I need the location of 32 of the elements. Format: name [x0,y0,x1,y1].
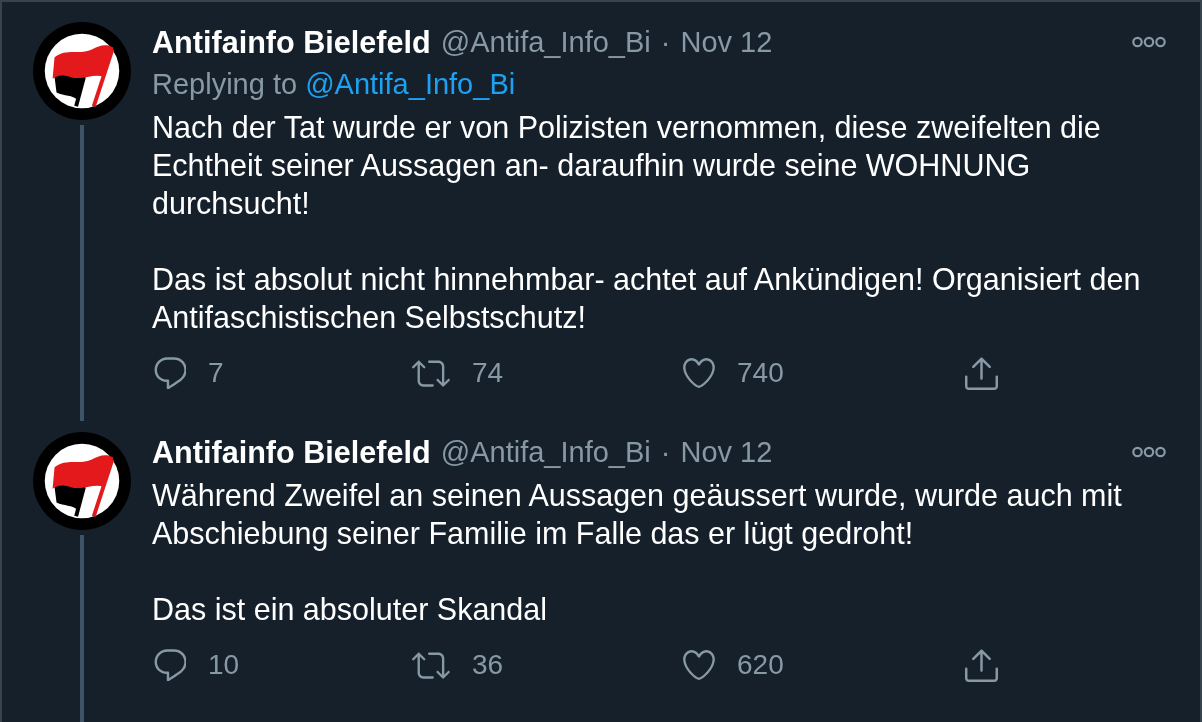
more-button[interactable] [1132,446,1166,458]
retweet-button[interactable]: 74 [410,353,504,393]
like-button[interactable]: 740 [681,353,784,393]
mention-link[interactable]: @Antifa_Info_Bi [305,68,516,100]
speech-bubble-icon [154,649,186,681]
more-button[interactable] [1132,36,1166,48]
like-button[interactable]: 620 [681,645,784,685]
replying-to-text: Replying to @Antifa_Info_Bi [152,67,517,102]
repeat-arrows-icon [412,359,450,387]
heart-icon [683,650,715,680]
separator: · [659,435,672,469]
tweet-text: Nach der Tat wurde er von Polizisten vernommen, diese zweifelten die Echtheit seiner Aussagen an- daraufhin wurde seine WOHNUNG durchsucht! Das ist absolut nicht hinnehmbar- achtet auf Ankündigen! Organisiert den Antifaschistischen Selbstschutz! [152,109,1142,336]
tweet-date[interactable]: Nov 12 [680,25,773,59]
author-handle[interactable]: @Antifa_Info_Bi [440,25,651,59]
upload-icon [965,648,998,682]
more-icon [1132,446,1166,458]
author-name[interactable]: Antifainfo Bielefeld [152,434,431,470]
more-icon [1132,36,1166,48]
tweet-date[interactable]: Nov 12 [680,435,773,469]
avatar-flags-logo[interactable] [33,432,131,530]
speech-bubble-icon [154,357,186,389]
avatar-flags-logo[interactable] [33,22,131,120]
retweet-button[interactable]: 36 [410,645,504,685]
reply-button[interactable]: 10 [152,645,240,685]
upload-icon [965,356,998,390]
reply-button[interactable]: 7 [152,353,224,393]
author-handle[interactable]: @Antifa_Info_Bi [440,435,651,469]
repeat-arrows-icon [412,651,450,679]
author-name[interactable]: Antifainfo Bielefeld [152,24,431,60]
separator: · [659,25,672,59]
heart-icon [683,358,715,388]
tweet-text: Während Zweifel an seinen Aussagen geäussert wurde, wurde auch mit Abschiebung seiner Familie im Falle das er lügt gedroht! Das ist ein absoluter Skandal [152,477,1123,628]
